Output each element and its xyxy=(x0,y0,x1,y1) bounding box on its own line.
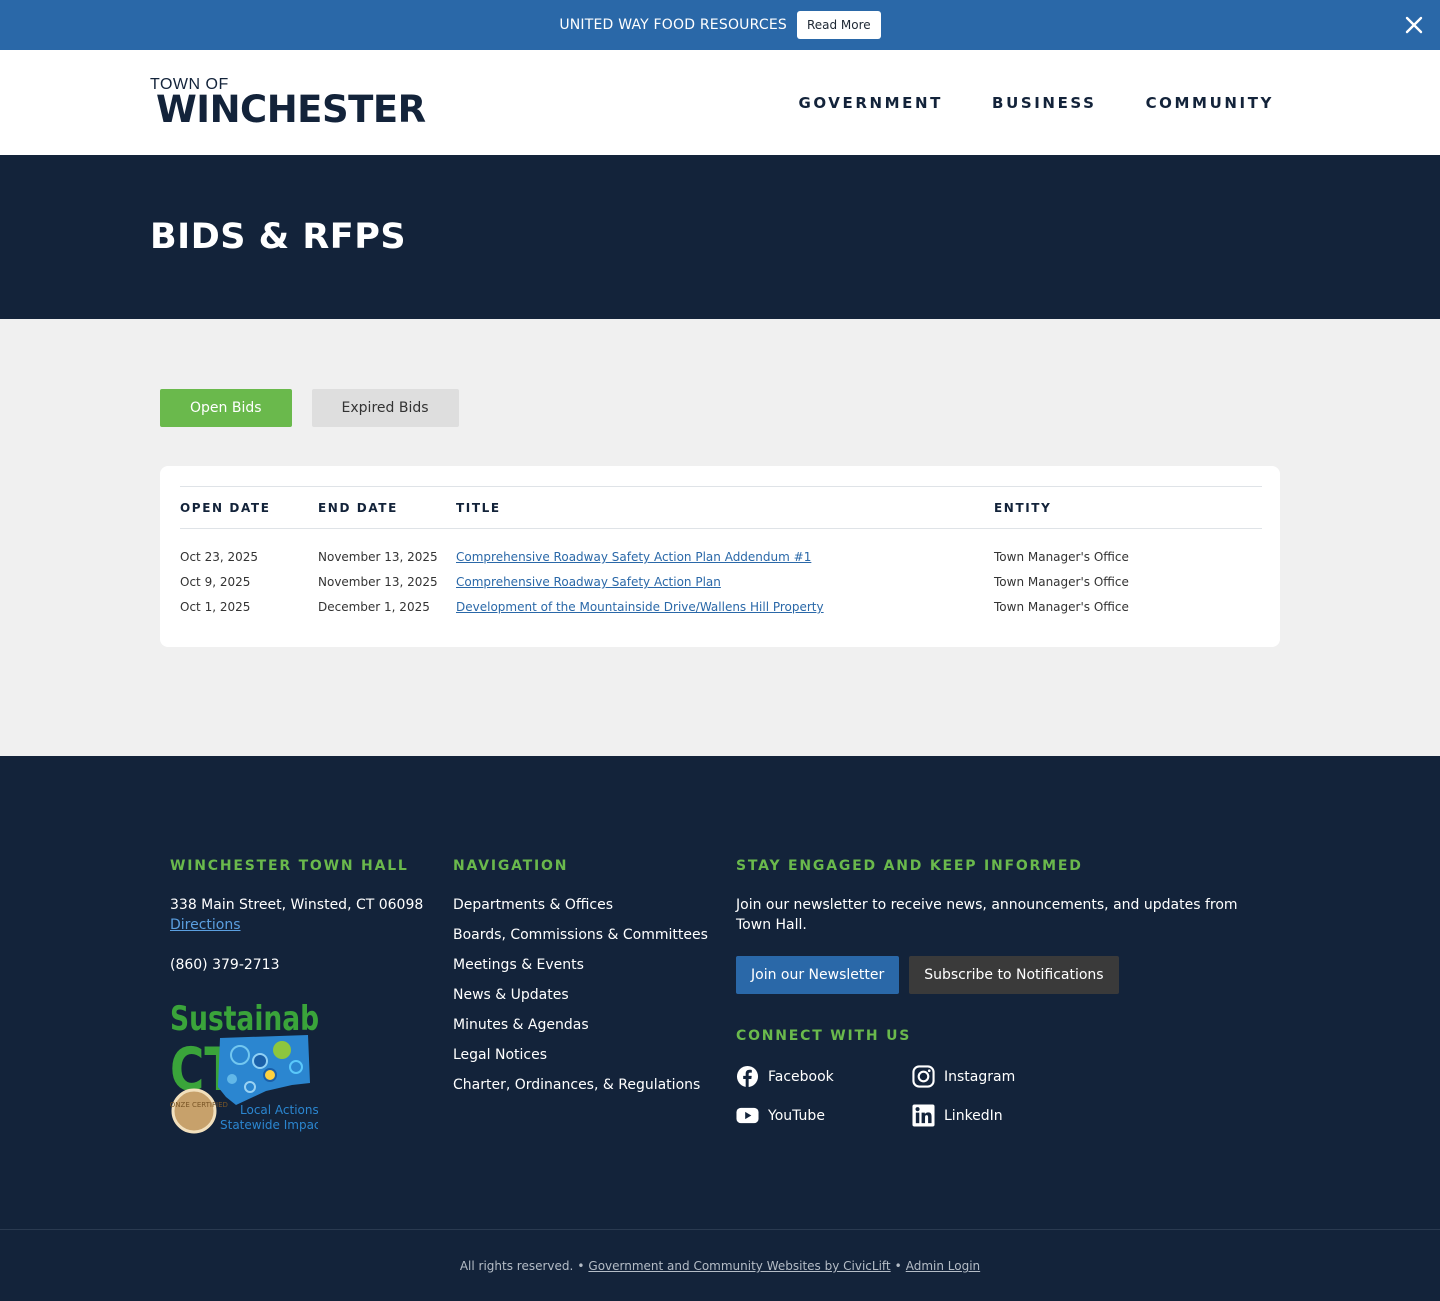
townhall-heading: WINCHESTER TOWN HALL xyxy=(170,858,409,874)
cell-open-date: Oct 23, 2025 xyxy=(180,550,258,565)
linkedin-icon xyxy=(912,1104,935,1127)
footer-link-departments[interactable]: Departments & Offices xyxy=(453,897,613,913)
cell-open-date: Oct 1, 2025 xyxy=(180,600,251,614)
page-hero: BIDS & RFPS xyxy=(0,155,1440,319)
badge-tag2: Statewide Impact. xyxy=(220,1118,318,1132)
cell-title: Development of the Mountainside Drive/Wa… xyxy=(456,595,994,620)
youtube-icon xyxy=(736,1107,759,1124)
read-more-button[interactable]: Read More xyxy=(796,11,881,39)
site-header: TOWN OF WINCHESTER GOVERNMENT BUSINESS C… xyxy=(0,50,1440,155)
bid-title-link[interactable]: Comprehensive Roadway Safety Action Plan… xyxy=(456,550,811,564)
table-row: Oct 1, 2025 December 1, 2025 Development… xyxy=(180,595,1262,620)
footer-engaged: STAY ENGAGED AND KEEP INFORMED Join our … xyxy=(736,858,1250,1229)
admin-login-link[interactable]: Admin Login xyxy=(906,1259,980,1273)
tab-expired-bids[interactable]: Expired Bids xyxy=(311,389,459,427)
ct-map-shape xyxy=(218,1035,310,1105)
separator: • xyxy=(577,1259,585,1273)
notifications-button[interactable]: Subscribe to Notifications xyxy=(909,956,1119,994)
sustainable-ct-badge[interactable]: Sustainable CT BRONZE CERTIFIED Local Ac… xyxy=(170,995,318,1137)
alert-text: UNITED WAY FOOD RESOURCES xyxy=(559,17,787,33)
cell-title: Comprehensive Roadway Safety Action Plan… xyxy=(456,529,994,570)
bids-table: OPEN DATE END DATE TITLE ENTITY Oct 23, … xyxy=(180,486,1262,620)
social-label: Instagram xyxy=(944,1068,1016,1085)
townhall-address: 338 Main Street, Winsted, CT 06098 xyxy=(170,897,424,913)
engaged-heading: STAY ENGAGED AND KEEP INFORMED xyxy=(736,858,1083,874)
connect-heading: CONNECT WITH US xyxy=(736,1028,912,1044)
cell-end-date: December 1, 2025 xyxy=(318,600,430,614)
social-facebook[interactable]: Facebook xyxy=(736,1065,912,1088)
instagram-icon xyxy=(912,1065,935,1088)
rights-text: All rights reserved. xyxy=(459,1259,574,1273)
table-row: Oct 9, 2025 November 13, 2025 Comprehens… xyxy=(180,570,1262,595)
header-entity: ENTITY xyxy=(994,486,1262,529)
footer-link-boards[interactable]: Boards, Commissions & Committees xyxy=(453,927,708,943)
cell-entity: Town Manager's Office xyxy=(994,600,1129,614)
tab-open-bids[interactable]: Open Bids xyxy=(160,389,292,427)
header-open-date: OPEN DATE xyxy=(180,486,318,529)
social-label: LinkedIn xyxy=(944,1107,1003,1124)
cell-end-date: November 13, 2025 xyxy=(318,550,438,565)
cell-title: Comprehensive Roadway Safety Action Plan xyxy=(456,570,994,595)
main-content: Open Bids Expired Bids OPEN DATE END DAT… xyxy=(0,319,1440,756)
facebook-icon xyxy=(736,1065,759,1088)
bid-tabs: Open Bids Expired Bids xyxy=(160,389,1280,427)
social-links: Facebook Instagram YouTube LinkedIn xyxy=(736,1065,1250,1127)
navigation-heading: NAVIGATION xyxy=(453,858,569,874)
site-logo[interactable]: TOWN OF WINCHESTER xyxy=(150,77,426,131)
social-instagram[interactable]: Instagram xyxy=(912,1065,1088,1088)
site-footer: WINCHESTER TOWN HALL 338 Main Street, Wi… xyxy=(0,756,1440,1230)
engaged-text: Join our newsletter to receive news, ann… xyxy=(736,897,1238,933)
nav-community[interactable]: COMMUNITY xyxy=(1146,94,1274,112)
footer-townhall: WINCHESTER TOWN HALL 338 Main Street, Wi… xyxy=(170,858,453,1229)
nav-government[interactable]: GOVERNMENT xyxy=(798,94,943,112)
social-youtube[interactable]: YouTube xyxy=(736,1104,912,1127)
engaged-buttons: Join our Newsletter Subscribe to Notific… xyxy=(736,956,1250,994)
footer-link-minutes[interactable]: Minutes & Agendas xyxy=(453,1017,589,1033)
alert-bar: UNITED WAY FOOD RESOURCES Read More xyxy=(0,0,1440,50)
social-label: YouTube xyxy=(768,1107,825,1124)
cell-entity: Town Manager's Office xyxy=(994,575,1129,589)
badge-seal: BRONZE CERTIFIED xyxy=(170,1101,228,1109)
footer-link-charter[interactable]: Charter, Ordinances, & Regulations xyxy=(453,1077,700,1093)
bid-title-link[interactable]: Comprehensive Roadway Safety Action Plan xyxy=(456,575,721,589)
footer-link-legal[interactable]: Legal Notices xyxy=(453,1047,547,1063)
logo-winchester: WINCHESTER xyxy=(156,88,426,131)
separator: • xyxy=(894,1259,902,1273)
bid-title-link[interactable]: Development of the Mountainside Drive/Wa… xyxy=(456,600,824,614)
badge-line1: Sustainable xyxy=(170,1000,318,1039)
footer-link-meetings[interactable]: Meetings & Events xyxy=(453,957,584,973)
main-nav: GOVERNMENT BUSINESS COMMUNITY xyxy=(798,94,1274,112)
townhall-phone: (860) 379-2713 xyxy=(170,957,280,973)
directions-link[interactable]: Directions xyxy=(170,917,241,933)
bids-card: OPEN DATE END DATE TITLE ENTITY Oct 23, … xyxy=(160,466,1280,647)
social-label: Facebook xyxy=(768,1068,834,1085)
table-header-row: OPEN DATE END DATE TITLE ENTITY xyxy=(180,486,1262,529)
cell-entity: Town Manager's Office xyxy=(994,550,1129,565)
header-end-date: END DATE xyxy=(318,486,456,529)
close-icon[interactable] xyxy=(1402,13,1426,37)
social-linkedin[interactable]: LinkedIn xyxy=(912,1104,1088,1127)
footer-link-news[interactable]: News & Updates xyxy=(453,987,569,1003)
page-title: BIDS & RFPS xyxy=(150,217,407,257)
table-row: Oct 23, 2025 November 13, 2025 Comprehen… xyxy=(180,529,1262,570)
footer-navigation: NAVIGATION Departments & Offices Boards,… xyxy=(453,858,736,1229)
cell-end-date: November 13, 2025 xyxy=(318,575,438,589)
cell-open-date: Oct 9, 2025 xyxy=(180,575,251,589)
newsletter-button[interactable]: Join our Newsletter xyxy=(736,956,900,994)
badge-tag1: Local Actions. xyxy=(240,1103,318,1117)
bronze-seal-icon xyxy=(171,1088,217,1134)
footer-nav-list: Departments & Offices Boards, Commission… xyxy=(453,895,736,1095)
nav-business[interactable]: BUSINESS xyxy=(992,94,1097,112)
header-title: TITLE xyxy=(456,486,994,529)
bottom-bar: All rights reserved. • Government and Co… xyxy=(0,1230,1440,1301)
civiclift-link[interactable]: Government and Community Websites by Civ… xyxy=(588,1259,890,1273)
